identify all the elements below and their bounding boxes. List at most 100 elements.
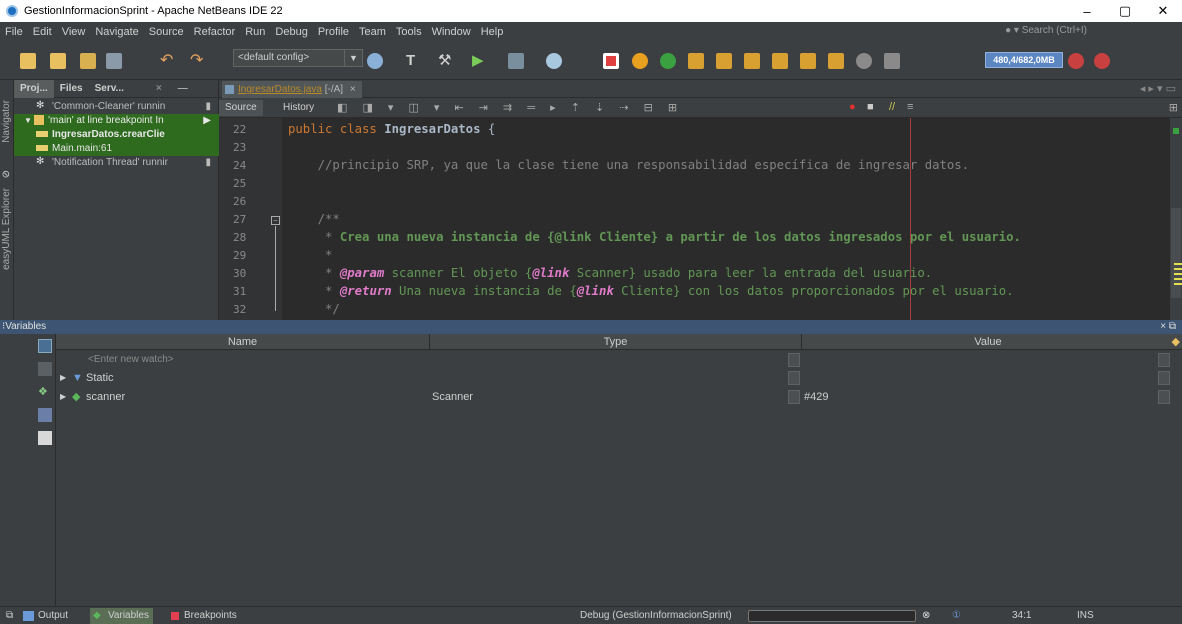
redo-icon[interactable]: ↷ (190, 53, 206, 69)
editor-scrollbar[interactable] (1170, 118, 1182, 320)
fold-collapse-icon[interactable]: − (271, 216, 280, 225)
easyuml-side-tab[interactable]: easyUML Explorer (1, 188, 12, 270)
menu-window[interactable]: Window (427, 26, 476, 38)
take-snapshot-icon[interactable] (856, 53, 872, 69)
apply-code-changes-icon[interactable] (828, 53, 844, 69)
new-project-icon[interactable] (50, 53, 66, 69)
value-edit-button[interactable] (1158, 390, 1170, 404)
restore-window-icon[interactable]: ⧉ (6, 607, 13, 624)
tab-ingresar-datos[interactable]: IngresarDatos.java [-/A] × (222, 81, 362, 98)
new-watch-icon[interactable] (38, 339, 52, 353)
type-edit-button[interactable] (788, 353, 800, 367)
code-editor[interactable]: public class IngresarDatos { //principio… (282, 118, 1170, 320)
pause-icon[interactable] (632, 53, 648, 69)
navigator-side-tab[interactable]: Navigator (1, 100, 12, 143)
show-static-icon[interactable]: ❖ (38, 385, 52, 399)
menu-run[interactable]: Run (240, 26, 270, 38)
editor-tool-icons[interactable]: ◧ ◨ ▾ ◫ ▾ ⇤ ⇥ ⇉ ═ ▸ ⇡ ⇣ ⇢ ⊟ ⊞ (337, 101, 683, 114)
output-window-tab[interactable]: Output (20, 608, 72, 624)
source-view-button[interactable]: Source (219, 100, 263, 116)
thread-row-common-cleaner[interactable]: ✻ 'Common-Cleaner' runnin ▮ (14, 100, 219, 114)
watch-icon[interactable] (38, 362, 52, 376)
step-over-expression-icon[interactable] (716, 53, 732, 69)
menu-tools[interactable]: Tools (391, 26, 427, 38)
notifications-icon[interactable]: ① (952, 607, 961, 624)
cancel-progress-icon[interactable]: ⊗ (922, 607, 930, 624)
window-menu-icon[interactable]: ◂ ▸ ▾ ▭ (1140, 82, 1176, 95)
step-into-icon[interactable] (744, 53, 760, 69)
menu-navigate[interactable]: Navigate (90, 26, 143, 38)
undo-icon[interactable]: ↶ (160, 53, 176, 69)
run-to-cursor-icon[interactable] (800, 53, 816, 69)
column-chooser-icon[interactable]: ◆ (1172, 335, 1180, 348)
tab-files[interactable]: Files (54, 80, 89, 98)
menu-debug[interactable]: Debug (270, 26, 312, 38)
column-header-value[interactable]: Value (802, 334, 1174, 350)
variable-row-new-watch[interactable]: <Enter new watch> (56, 351, 1182, 369)
chevron-down-icon: ▼ (344, 50, 362, 66)
profile-icon[interactable] (546, 53, 562, 69)
thread-row-main[interactable]: ▼ 'main' at line breakpoint In ▶ (14, 114, 219, 128)
tab-services[interactable]: Serv... (89, 80, 130, 98)
gc-icon[interactable] (1068, 53, 1084, 69)
run-icon[interactable]: ▶ (472, 53, 488, 69)
type-edit-button[interactable] (788, 390, 800, 404)
variable-row-scanner[interactable]: ▶ ◆ scanner Scanner #429 (56, 388, 1182, 406)
filter-icon[interactable] (38, 408, 52, 422)
step-out-icon[interactable] (772, 53, 788, 69)
save-variables-icon[interactable] (38, 431, 52, 445)
variables-window-tab[interactable]: ◆ Variables (90, 608, 153, 624)
memory-indicator[interactable]: 480,4/682,0MB (985, 52, 1063, 68)
menu-refactor[interactable]: Refactor (189, 26, 241, 38)
menu-profile[interactable]: Profile (313, 26, 354, 38)
menu-file[interactable]: File (0, 26, 28, 38)
menu-view[interactable]: View (57, 26, 91, 38)
menu-source[interactable]: Source (144, 26, 189, 38)
build-icon[interactable]: ⚒ (438, 53, 454, 69)
expand-arrow-icon[interactable]: ▶ (60, 369, 66, 387)
configure-icon[interactable] (367, 53, 383, 69)
new-watch-placeholder[interactable]: <Enter new watch> (88, 351, 174, 369)
continue-icon[interactable] (660, 53, 676, 69)
menu-team[interactable]: Team (354, 26, 391, 38)
record-macro-icon[interactable]: ● (849, 101, 856, 113)
step-over-icon[interactable] (688, 53, 704, 69)
tab-projects[interactable]: Proj... (14, 79, 54, 98)
maximize-button[interactable]: ▢ (1106, 0, 1144, 22)
comment-icon[interactable]: // (889, 101, 895, 113)
history-view-button[interactable]: History (277, 100, 320, 116)
configuration-select[interactable]: <default config> ▼ (233, 49, 363, 67)
search-box[interactable]: ● ▾ Search (Ctrl+I) (1005, 25, 1087, 36)
close-window-button[interactable]: ✕ (1144, 0, 1182, 22)
thread-row-notification[interactable]: ✻ 'Notification Thread' runnir ▮ (14, 156, 219, 170)
debug-project-icon[interactable] (508, 53, 524, 69)
menu-edit[interactable]: Edit (28, 26, 57, 38)
close-variables-icon[interactable]: × ⧉ (1160, 320, 1176, 334)
save-all-icon[interactable] (106, 53, 122, 69)
breakpoints-window-tab[interactable]: Breakpoints (166, 608, 241, 624)
close-panel-icon[interactable]: × (150, 80, 168, 98)
screenshot-icon[interactable] (884, 53, 900, 69)
open-project-icon[interactable] (80, 53, 96, 69)
minimize-panel-icon[interactable]: — (172, 80, 194, 98)
menu-help[interactable]: Help (476, 26, 509, 38)
new-file-icon[interactable] (20, 53, 36, 69)
value-edit-button[interactable] (1158, 371, 1170, 385)
error-stripe-mark (1174, 263, 1182, 265)
value-edit-button[interactable] (1158, 353, 1170, 367)
type-edit-button[interactable] (788, 371, 800, 385)
column-header-type[interactable]: Type (430, 334, 802, 350)
frame-row-main[interactable]: Main.main:61 (14, 142, 219, 156)
variable-row-static[interactable]: ▶ ▼ Static (56, 369, 1182, 387)
tab-close-icon[interactable]: × (350, 84, 356, 95)
gc-alt-icon[interactable] (1094, 53, 1110, 69)
clean-build-hammer-icon[interactable]: T (406, 53, 422, 69)
column-header-name[interactable]: Name (56, 334, 430, 350)
frame-row-crear-cliente[interactable]: IngresarDatos.crearClie (14, 128, 219, 142)
minimize-button[interactable]: – (1068, 0, 1106, 22)
uncomment-icon[interactable]: ≡ (907, 101, 913, 113)
stop-macro-icon[interactable]: ■ (867, 101, 874, 113)
expand-arrow-icon[interactable]: ▶ (60, 388, 66, 406)
finish-debugger-icon[interactable] (603, 53, 619, 69)
split-editor-icon[interactable]: ⊞ (1169, 101, 1178, 114)
